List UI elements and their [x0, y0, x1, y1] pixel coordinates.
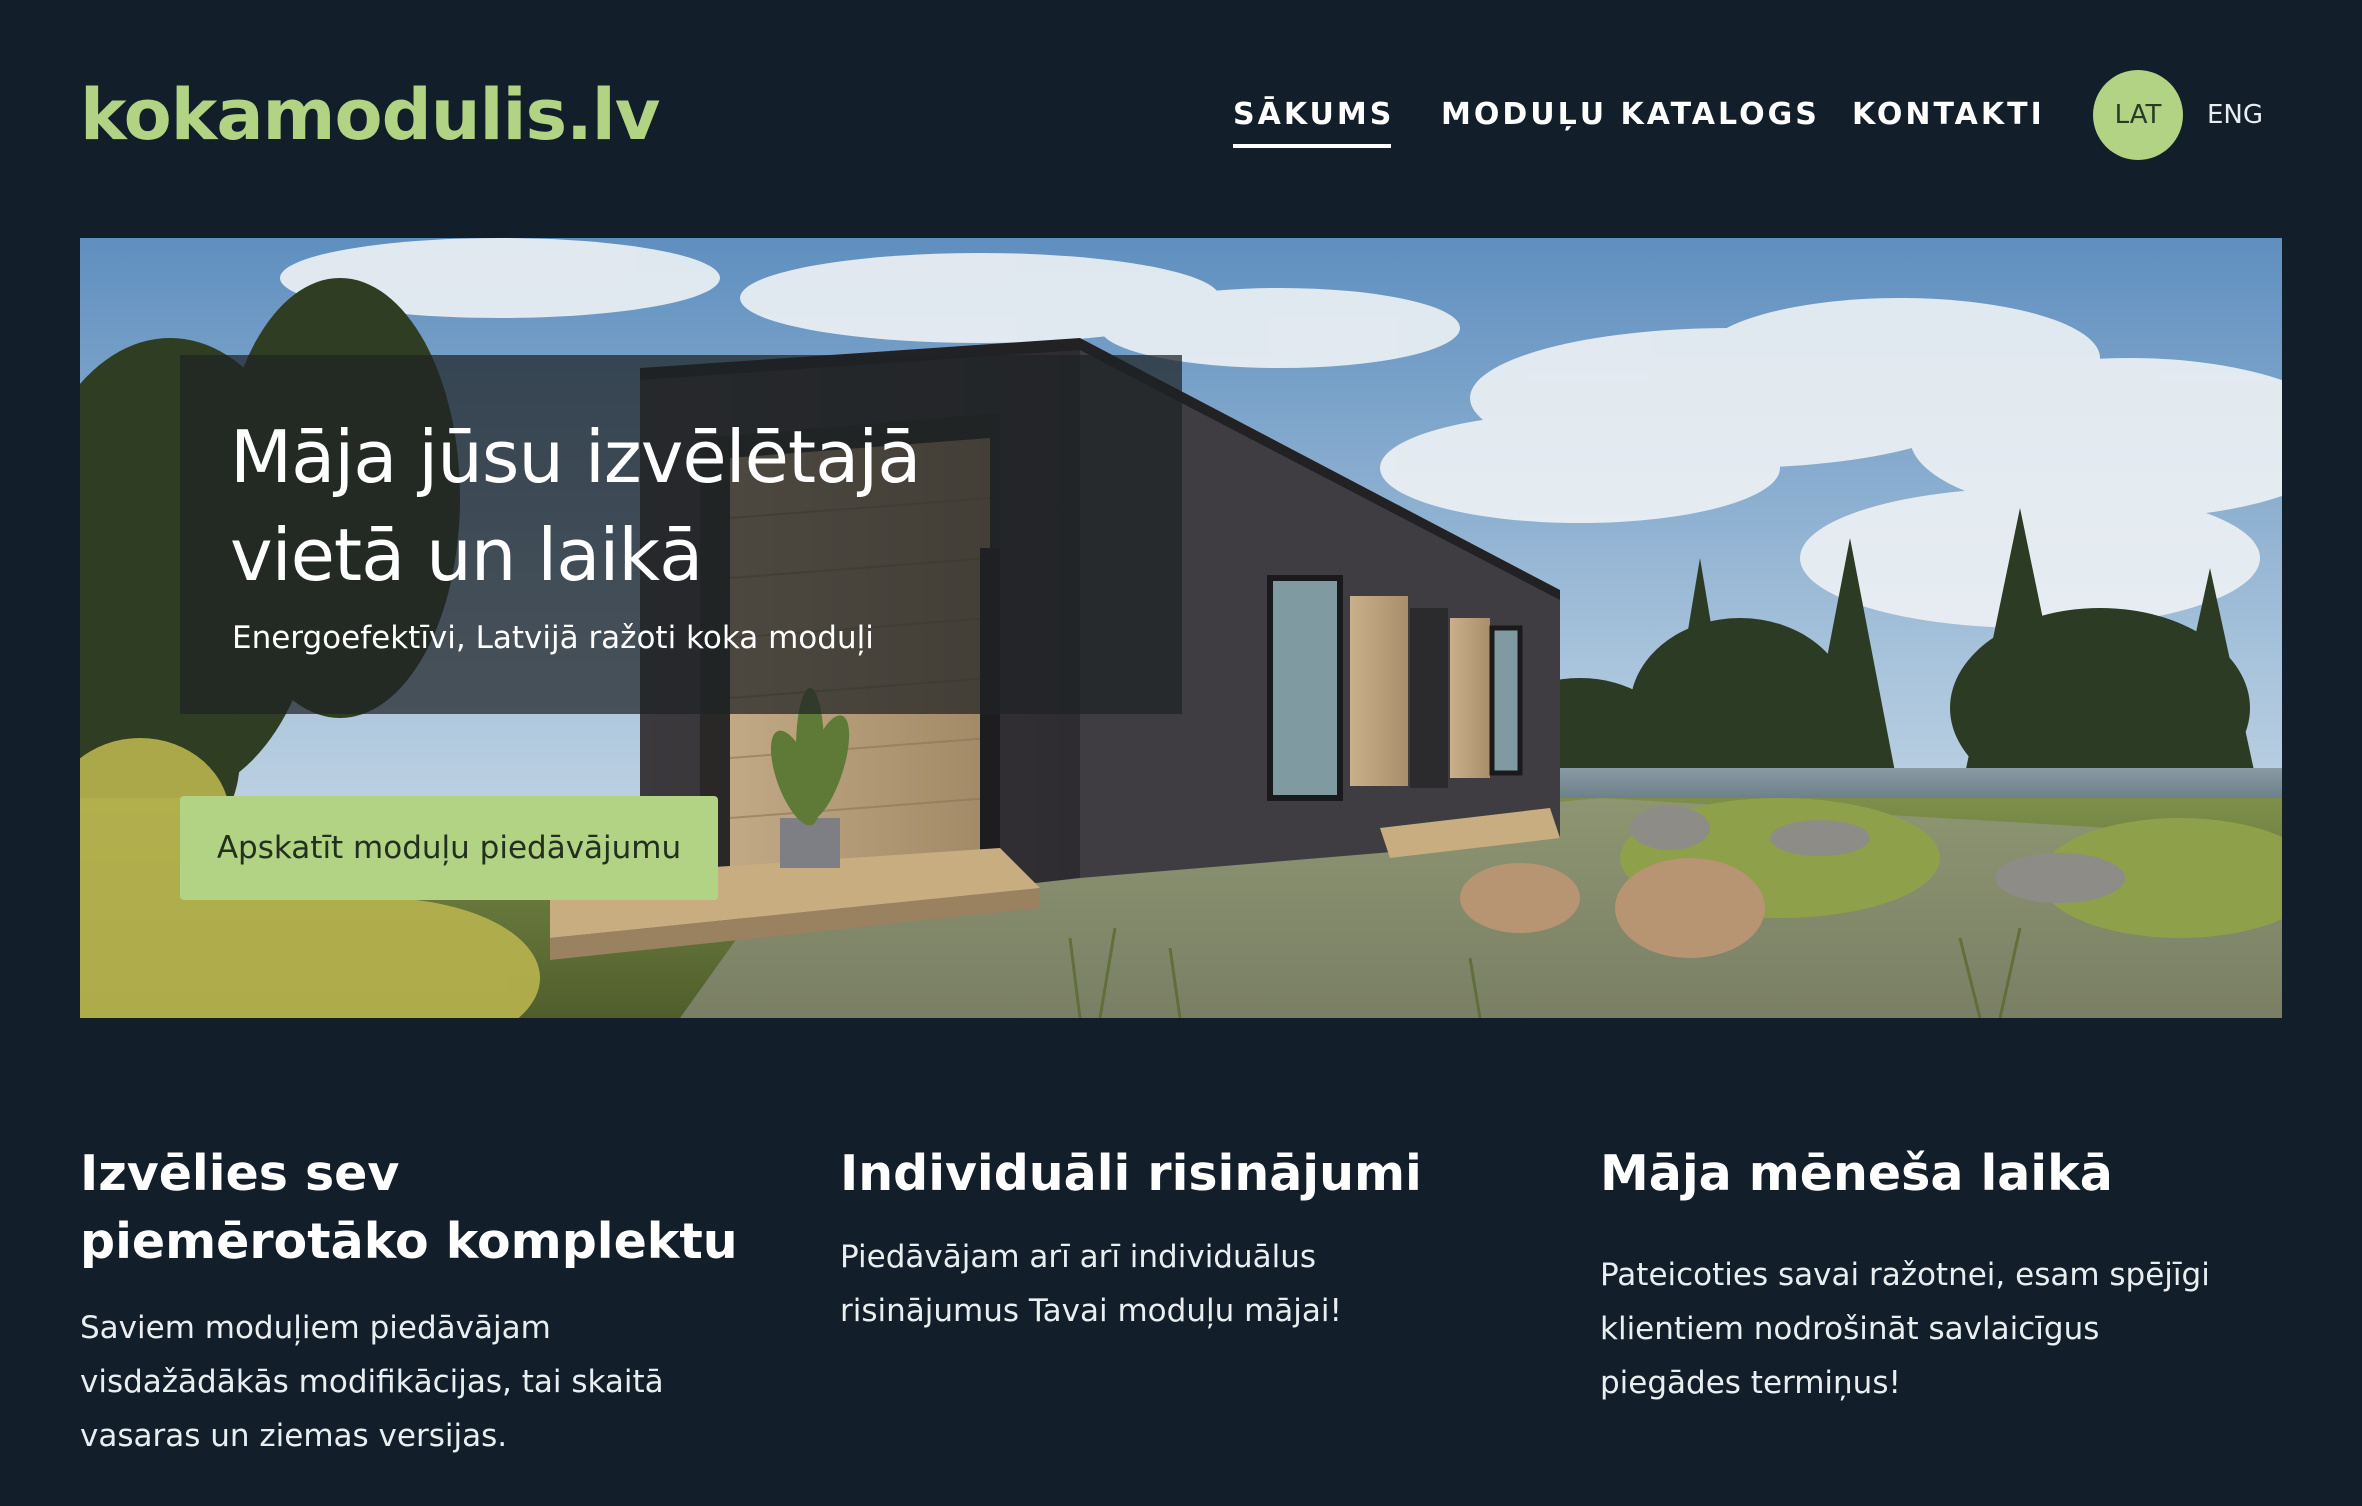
feature-title: Māja mēneša laikā	[1600, 1145, 2113, 1202]
view-modules-button[interactable]: Apskatīt moduļu piedāvājumu	[180, 796, 718, 900]
feature-text: Piedāvājam arī arī individuālus risināju…	[840, 1239, 1342, 1329]
site-logo[interactable]: kokamodulis.lv	[80, 70, 660, 160]
feature-column-3: Māja mēneša laikā Pateicoties savai ražo…	[1600, 1140, 2320, 1410]
feature-column-2: Individuāli risinājumi Piedāvājam arī ar…	[840, 1140, 1560, 1338]
hero-title-line-1: Māja jūsu izvēlētajā	[230, 415, 921, 499]
nav-item-sakums[interactable]: SĀKUMS	[1233, 90, 1394, 148]
feature-title: Individuāli risinājumi	[840, 1145, 1422, 1202]
site-header: kokamodulis.lv SĀKUMS MODUĻU KATALOGS KO…	[0, 0, 2362, 230]
language-eng-button[interactable]: ENG	[2200, 70, 2270, 160]
language-lat-button[interactable]: LAT	[2093, 70, 2183, 160]
hero-banner: Māja jūsu izvēlētajā vietā un laikā Energ…	[80, 238, 2282, 1018]
hero-title: Māja jūsu izvēlētajā vietā un laikā	[230, 408, 1090, 604]
feature-title: Izvēlies sev piemērotāko komplektu	[80, 1145, 738, 1270]
feature-text: Saviem moduļiem piedāvājam visdažādākās …	[80, 1310, 664, 1454]
hero-subtitle: Energoefektīvi, Latvijā ražoti koka modu…	[232, 620, 874, 656]
nav-item-kontakti[interactable]: KONTAKTI	[1852, 90, 2045, 140]
hero-title-line-2: vietā un laikā	[230, 513, 703, 597]
nav-item-modulu-katalogs[interactable]: MODUĻU KATALOGS	[1441, 90, 1820, 140]
feature-text: Pateicoties savai ražotnei, esam spējīgi…	[1600, 1257, 2210, 1401]
feature-column-1: Izvēlies sev piemērotāko komplektu Savie…	[80, 1140, 800, 1463]
